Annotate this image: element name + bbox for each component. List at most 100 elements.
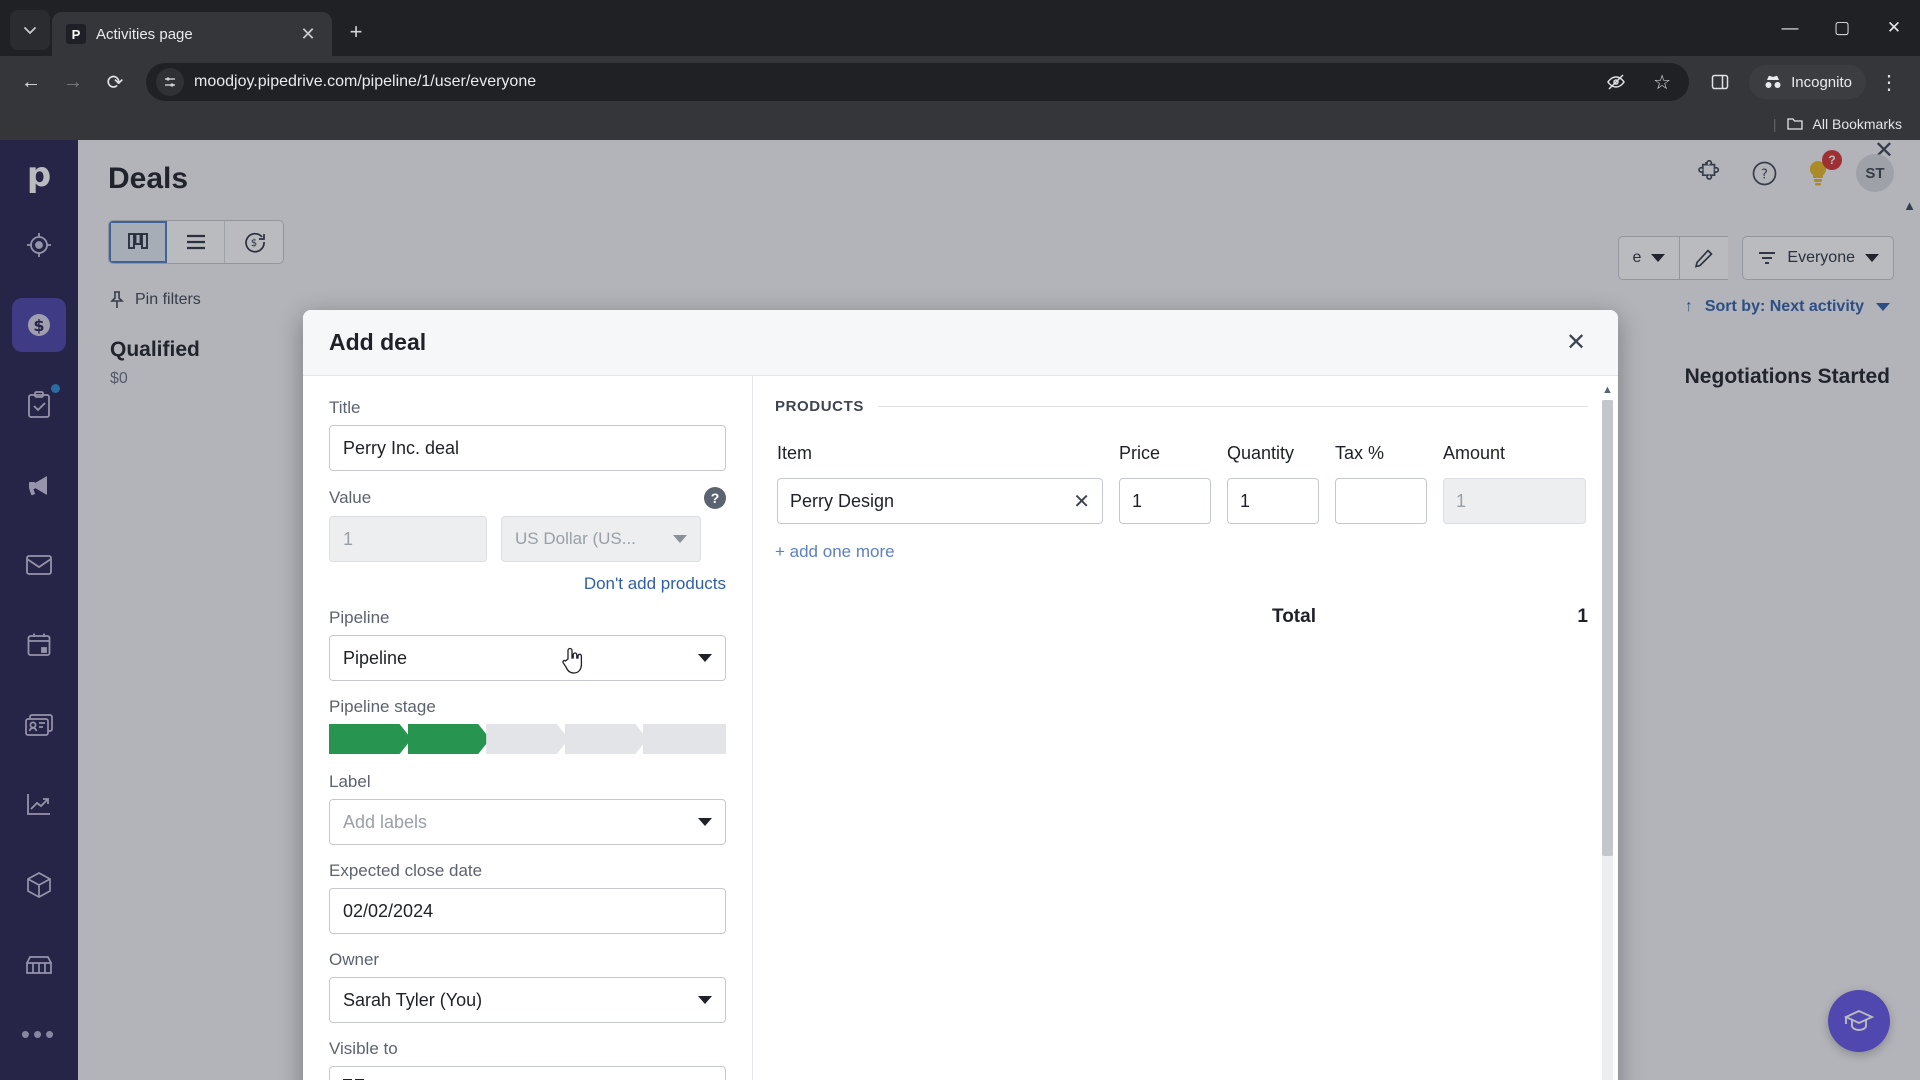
- modal-title: Add deal: [329, 329, 427, 355]
- product-quantity-input[interactable]: 1: [1227, 478, 1319, 524]
- product-item-input[interactable]: Perry Design ✕: [777, 478, 1103, 524]
- scroll-up-icon[interactable]: ▲: [1602, 384, 1613, 396]
- deal-form: Title Perry Inc. deal Value ? 1 US Dolla…: [303, 376, 753, 1080]
- visible-to-select[interactable]: Item owner's visibility group: [329, 1066, 726, 1080]
- close-date-input[interactable]: 02/02/2024: [329, 888, 726, 934]
- close-icon[interactable]: ✕: [294, 20, 322, 48]
- column-amount: Amount: [1443, 443, 1506, 463]
- tab-strip: P Activities page ✕ + — ▢ ✕: [0, 0, 1920, 56]
- visible-to-label: Visible to: [329, 1039, 398, 1058]
- browser-window: P Activities page ✕ + — ▢ ✕ ← → ⟳ moodjo…: [0, 0, 1920, 1080]
- scrollbar-thumb[interactable]: [1602, 400, 1613, 857]
- browser-tab[interactable]: P Activities page ✕: [52, 12, 332, 56]
- divider: [877, 406, 1588, 407]
- stage-step-1[interactable]: [329, 724, 412, 754]
- product-quantity-value: 1: [1240, 490, 1251, 511]
- product-tax-input[interactable]: [1335, 478, 1427, 524]
- eye-off-icon[interactable]: [1597, 63, 1635, 101]
- total-value: 1: [1577, 606, 1588, 627]
- add-one-more-link[interactable]: + add one more: [775, 542, 1588, 562]
- title-input[interactable]: Perry Inc. deal: [329, 425, 726, 471]
- folder-icon: [1786, 118, 1803, 130]
- stage-step-3[interactable]: [486, 724, 569, 754]
- side-panel-icon[interactable]: [1701, 63, 1739, 101]
- pipeline-select[interactable]: Pipeline: [329, 635, 726, 681]
- product-price-value: 1: [1132, 490, 1143, 511]
- title-input-value: Perry Inc. deal: [343, 437, 460, 458]
- plus-icon[interactable]: +: [342, 18, 370, 46]
- column-price: Price: [1119, 443, 1161, 463]
- column-quantity: Quantity: [1227, 443, 1295, 463]
- product-item-value: Perry Design: [790, 490, 895, 511]
- chevron-down-icon: [698, 996, 712, 1004]
- close-date-value: 02/02/2024: [343, 900, 434, 921]
- site-settings-icon[interactable]: [156, 68, 184, 96]
- browser-toolbar: ← → ⟳ moodjoy.pipedrive.com/pipeline/1/u…: [0, 56, 1920, 108]
- product-amount-value: 1: [1456, 490, 1467, 511]
- add-deal-modal: Add deal ✕ Title Perry Inc. deal Value ?: [303, 310, 1618, 1080]
- tab-title: Activities page: [96, 25, 193, 43]
- column-item: Item: [777, 443, 813, 463]
- divider: |: [1772, 116, 1777, 132]
- modal-header: Add deal ✕: [303, 310, 1618, 376]
- pipeline-stage-selector[interactable]: [329, 724, 726, 754]
- minimize-icon[interactable]: —: [1764, 4, 1816, 52]
- dont-add-products-link[interactable]: Don't add products: [329, 574, 726, 594]
- maximize-icon[interactable]: ▢: [1816, 4, 1868, 52]
- incognito-label: Incognito: [1791, 73, 1852, 91]
- url-text: moodjoy.pipedrive.com/pipeline/1/user/ev…: [194, 73, 537, 90]
- back-arrow-icon[interactable]: ←: [12, 63, 50, 101]
- stage-step-4[interactable]: [565, 724, 648, 754]
- all-bookmarks-label[interactable]: All Bookmarks: [1813, 116, 1902, 132]
- pipedrive-page: p $ ••• Deals $ Pin filters Qualified $0…: [0, 140, 1920, 1080]
- window-controls: — ▢ ✕: [1764, 0, 1920, 56]
- pipeline-label: Pipeline: [329, 608, 390, 627]
- products-total-row: Total 1: [775, 606, 1588, 628]
- address-bar[interactable]: moodjoy.pipedrive.com/pipeline/1/user/ev…: [146, 63, 1690, 101]
- star-icon[interactable]: ☆: [1643, 63, 1681, 101]
- owner-value: Sarah Tyler (You): [343, 989, 483, 1010]
- total-label: Total: [1272, 606, 1316, 627]
- label-label: Label: [329, 772, 371, 791]
- stage-step-5[interactable]: [643, 724, 726, 754]
- products-scrollbar[interactable]: ▲ ▼: [1601, 384, 1614, 1080]
- value-label: Value: [329, 488, 372, 507]
- kebab-menu-icon[interactable]: ⋮: [1870, 63, 1908, 101]
- products-table: Item Price Quantity Tax % Amount Perry D…: [775, 441, 1588, 526]
- column-tax: Tax %: [1335, 443, 1385, 463]
- label-select[interactable]: Add labels: [329, 799, 726, 845]
- pipeline-stage-label: Pipeline stage: [329, 697, 436, 716]
- owner-select[interactable]: Sarah Tyler (You): [329, 977, 726, 1023]
- products-section-title: PRODUCTS: [775, 398, 864, 415]
- owner-label: Owner: [329, 950, 380, 969]
- value-row: 1 US Dollar (US...: [329, 516, 726, 562]
- product-price-input[interactable]: 1: [1119, 478, 1211, 524]
- value-input[interactable]: 1: [329, 516, 487, 562]
- close-date-label: Expected close date: [329, 861, 483, 880]
- stage-step-2[interactable]: [408, 724, 491, 754]
- tab-favicon: P: [66, 24, 86, 44]
- forward-arrow-icon[interactable]: →: [54, 63, 92, 101]
- incognito-indicator[interactable]: Incognito: [1749, 65, 1866, 99]
- table-row: Perry Design ✕ 1 1 1: [777, 478, 1586, 524]
- value-input-value: 1: [343, 528, 354, 549]
- currency-value: US Dollar (US...: [515, 529, 636, 548]
- reload-icon[interactable]: ⟳: [96, 63, 134, 101]
- title-label: Title: [329, 398, 361, 417]
- products-panel: PRODUCTS Item Price Quantity Tax % Amoun…: [753, 376, 1618, 1080]
- question-mark-icon[interactable]: ?: [704, 487, 726, 509]
- products-section-header: PRODUCTS: [775, 398, 1588, 415]
- currency-select[interactable]: US Dollar (US...: [501, 516, 701, 562]
- table-header-row: Item Price Quantity Tax % Amount: [777, 443, 1586, 476]
- close-icon[interactable]: ✕: [1073, 489, 1090, 514]
- tab-search-icon[interactable]: [10, 10, 50, 50]
- chevron-down-icon: [698, 654, 712, 662]
- product-amount-input: 1: [1443, 478, 1586, 524]
- scrollbar-track[interactable]: [1602, 400, 1613, 1080]
- pipeline-value: Pipeline: [343, 647, 408, 668]
- chevron-down-icon: [673, 535, 687, 543]
- chevron-down-icon: [698, 818, 712, 826]
- window-close-icon[interactable]: ✕: [1868, 4, 1920, 52]
- close-icon[interactable]: ✕: [1560, 327, 1592, 359]
- label-placeholder: Add labels: [343, 811, 428, 832]
